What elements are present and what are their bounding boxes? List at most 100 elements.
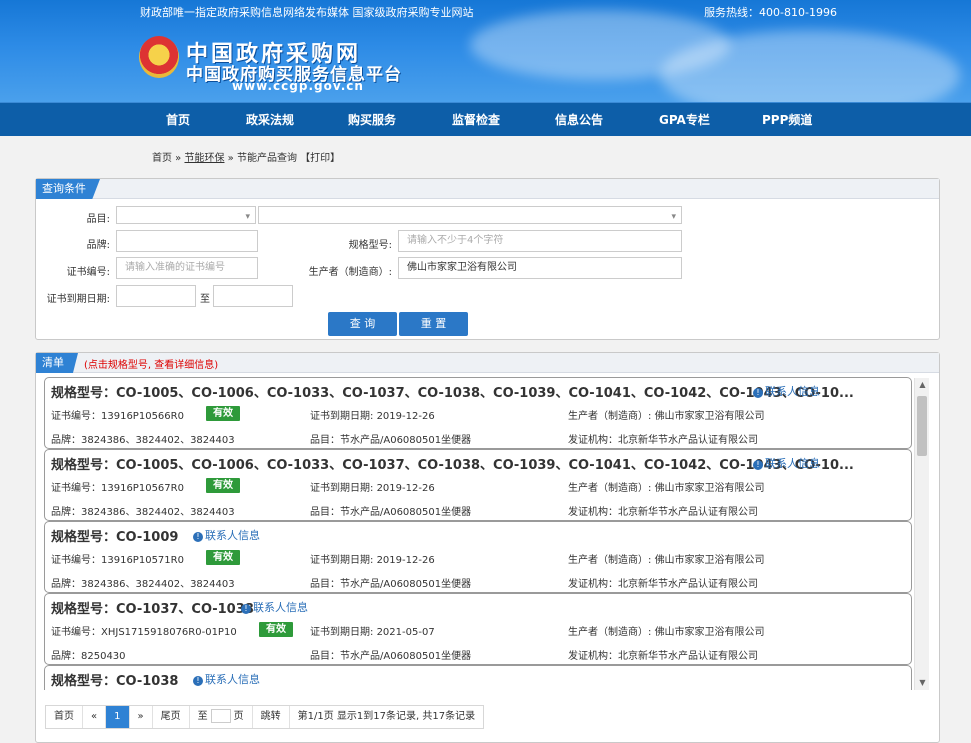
brand-row: 品牌：3824386、3824402、3824403 <box>51 431 235 446</box>
expiry-end-input[interactable] <box>213 285 293 307</box>
breadcrumb-current: 节能产品查询 <box>236 153 297 164</box>
category-row: 品目：节水产品/A06080501坐便器 <box>310 647 471 662</box>
page-last-button[interactable]: 尾页 <box>153 706 190 728</box>
cert-no-input[interactable]: 请输入准确的证书编号 <box>116 257 258 279</box>
pagination: 首页 « 1 » 尾页 至页 跳转 第1/1页 显示1到17条记录, 共17条记… <box>45 705 485 729</box>
category-row: 品目：节水产品/A06080501坐便器 <box>310 431 471 446</box>
nav-regulations[interactable]: 政采法规 <box>246 103 294 137</box>
cert-no-value: 13916P10571R0 <box>101 555 184 566</box>
nav-purchase-service[interactable]: 购买服务 <box>348 103 396 137</box>
maker-row: 生产者（制造商）: 佛山市家家卫浴有限公司 <box>568 479 765 494</box>
contact-label: 联系人信息 <box>205 529 260 542</box>
maker-value: 佛山市家家卫浴有限公司 <box>654 411 765 422</box>
list-panel-tab: 清单 <box>36 353 78 373</box>
contact-link[interactable]: ! 联系人信息 <box>753 383 820 399</box>
result-card: 规格型号：CO-1037、CO-1038 ! 联系人信息 证书编号：XHJS171… <box>44 593 912 665</box>
page-next-button[interactable]: » <box>130 706 153 728</box>
expiry-to-label: 至 <box>200 294 210 305</box>
list-panel-header: 清单 (点击规格型号, 查看详细信息) <box>36 353 939 373</box>
site-logo-url: www.ccgp.gov.cn <box>232 79 364 93</box>
contact-label: 联系人信息 <box>765 385 820 398</box>
cert-no-key: 证书编号： <box>51 411 101 422</box>
breadcrumb-sep: » <box>172 153 185 164</box>
brand-key: 品牌： <box>51 651 81 662</box>
brand-key: 品牌： <box>51 435 81 446</box>
issuer-row: 发证机构：北京新华节水产品认证有限公司 <box>568 647 758 662</box>
brand-value: 3824386、3824402、3824403 <box>81 435 235 446</box>
page-prev-button[interactable]: « <box>83 706 107 728</box>
goto-page-input[interactable] <box>210 709 231 723</box>
result-card: 规格型号：CO-1005、CO-1006、CO-1033、CO-1037、CO-… <box>44 449 912 521</box>
contact-link[interactable]: ! 联系人信息 <box>241 599 308 615</box>
model-input[interactable]: 请输入不少于4个字符 <box>398 230 682 252</box>
maker-input[interactable]: 佛山市家家卫浴有限公司 <box>398 257 682 279</box>
issuer-value: 北京新华节水产品认证有限公司 <box>618 507 758 518</box>
expiry-row: 证书到期日期: 2019-12-26 <box>310 551 435 566</box>
nav-announcements[interactable]: 信息公告 <box>555 103 603 137</box>
category-row: 品目：节水产品/A06080501坐便器 <box>310 575 471 590</box>
maker-key: 生产者（制造商）: <box>568 627 655 638</box>
category-select-primary[interactable] <box>116 206 256 227</box>
list-scrollbar[interactable]: ▲ ▼ <box>914 378 929 690</box>
print-link[interactable]: 【打印】 <box>300 153 340 164</box>
maker-key: 生产者（制造商）: <box>568 555 655 566</box>
model-title-link[interactable]: 规格型号：CO-1005、CO-1006、CO-1033、CO-1037、CO-… <box>51 454 854 473</box>
search-button[interactable]: 查 询 <box>328 312 397 336</box>
expiry-start-input[interactable] <box>116 285 196 307</box>
expiry-row: 证书到期日期: 2021-05-07 <box>310 623 435 638</box>
query-panel-header: 查询条件 <box>36 179 939 199</box>
expiry-value: 2019-12-26 <box>376 483 435 494</box>
scroll-down-arrow-icon[interactable]: ▼ <box>915 676 930 690</box>
model-title-link[interactable]: 规格型号：CO-1009 <box>51 526 178 545</box>
cert-no-key: 证书编号： <box>51 483 101 494</box>
category-value: 节水产品/A06080501坐便器 <box>340 435 472 446</box>
info-icon: ! <box>193 676 203 686</box>
jump-button[interactable]: 跳转 <box>253 706 290 728</box>
category-value: 节水产品/A06080501坐便器 <box>340 651 472 662</box>
expiry-key: 证书到期日期: <box>310 555 377 566</box>
site-header: 财政部唯一指定政府采购信息网络发布媒体 国家级政府采购专业网站 服务热线：400… <box>0 0 971 102</box>
info-icon: ! <box>753 388 763 398</box>
nav-gpa[interactable]: GPA专栏 <box>659 103 710 137</box>
brand-row: 品牌：3824386、3824402、3824403 <box>51 503 235 518</box>
contact-link[interactable]: ! 联系人信息 <box>753 455 820 471</box>
maker-key: 生产者（制造商）: <box>568 411 655 422</box>
page-current-button[interactable]: 1 <box>106 706 130 728</box>
list-panel-note: (点击规格型号, 查看详细信息) <box>84 360 219 371</box>
expiry-row: 证书到期日期: 2019-12-26 <box>310 479 435 494</box>
expiry-key: 证书到期日期: <box>310 411 377 422</box>
brand-label: 品牌: <box>86 240 110 251</box>
nav-ppp[interactable]: PPP频道 <box>762 103 812 137</box>
info-icon: ! <box>753 460 763 470</box>
contact-link[interactable]: ! 联系人信息 <box>193 671 260 687</box>
issuer-value: 北京新华节水产品认证有限公司 <box>618 435 758 446</box>
brand-value: 3824386、3824402、3824403 <box>81 579 235 590</box>
cert-no-key: 证书编号： <box>51 627 101 638</box>
expiry-key: 证书到期日期: <box>310 483 377 494</box>
contact-label: 联系人信息 <box>765 457 820 470</box>
maker-row: 生产者（制造商）: 佛山市家家卫浴有限公司 <box>568 407 765 422</box>
model-title-link[interactable]: 规格型号：CO-1037、CO-1038 <box>51 598 254 617</box>
model-title-link[interactable]: 规格型号：CO-1005、CO-1006、CO-1033、CO-1037、CO-… <box>51 382 854 401</box>
issuer-value: 北京新华节水产品认证有限公司 <box>618 579 758 590</box>
cert-no-value: 13916P10566R0 <box>101 411 184 422</box>
result-list: 规格型号：CO-1005、CO-1006、CO-1033、CO-1037、CO-… <box>44 376 914 690</box>
scroll-thumb[interactable] <box>917 396 927 456</box>
nav-home[interactable]: 首页 <box>166 103 190 137</box>
model-title-link[interactable]: 规格型号：CO-1038 <box>51 670 178 689</box>
maker-row: 生产者（制造商）: 佛山市家家卫浴有限公司 <box>568 551 765 566</box>
category-select-secondary[interactable] <box>258 206 682 227</box>
page-first-button[interactable]: 首页 <box>46 706 83 728</box>
expiry-row: 证书到期日期: 2019-12-26 <box>310 407 435 422</box>
contact-link[interactable]: ! 联系人信息 <box>193 527 260 543</box>
maker-value: 佛山市家家卫浴有限公司 <box>654 627 765 638</box>
contact-label: 联系人信息 <box>253 601 308 614</box>
category-label: 品目: <box>86 214 110 225</box>
nav-supervision[interactable]: 监督检查 <box>452 103 500 137</box>
brand-key: 品牌： <box>51 579 81 590</box>
breadcrumb-section[interactable]: 节能环保 <box>184 153 224 164</box>
breadcrumb-home[interactable]: 首页 <box>152 153 172 164</box>
scroll-up-arrow-icon[interactable]: ▲ <box>915 378 930 392</box>
brand-input[interactable] <box>116 230 258 252</box>
reset-button[interactable]: 重 置 <box>399 312 468 336</box>
